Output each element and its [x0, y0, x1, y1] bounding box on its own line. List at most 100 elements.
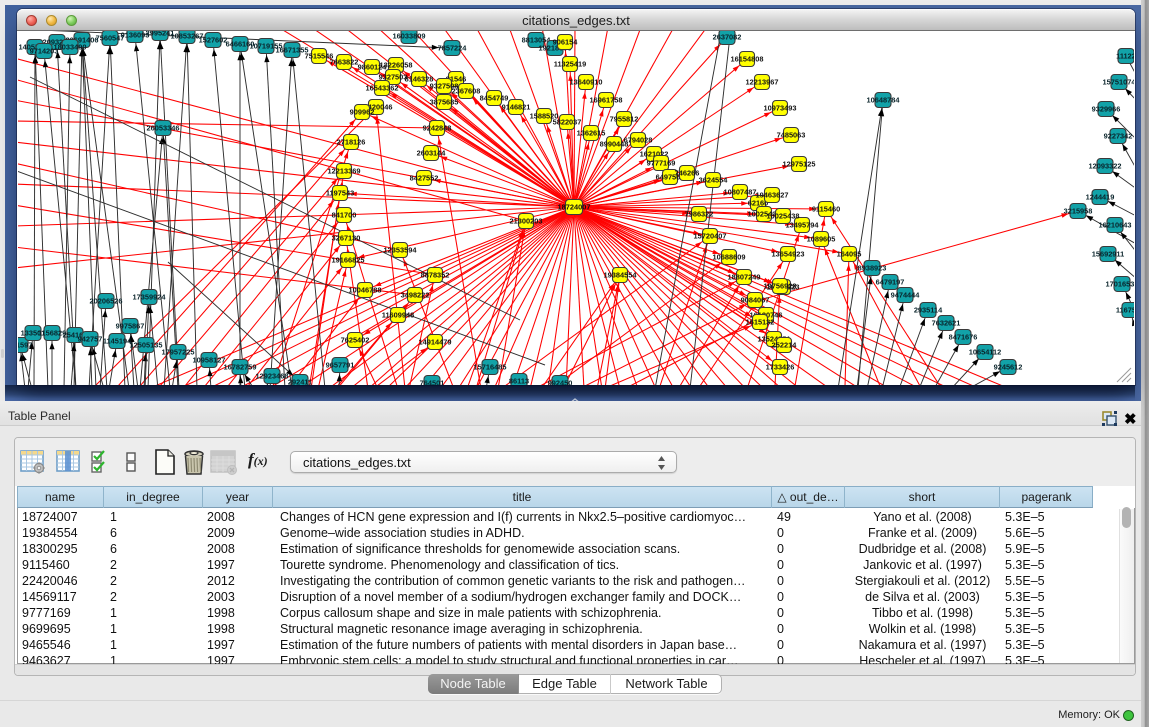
svg-text:10688609: 10688609 [713, 252, 746, 261]
svg-text:746266: 746266 [675, 168, 700, 177]
svg-text:11325419: 11325419 [554, 59, 586, 68]
svg-text:10654112: 10654112 [969, 347, 1001, 356]
svg-text:18033490: 18033490 [54, 42, 87, 51]
svg-text:10973493: 10973493 [764, 103, 797, 112]
svg-text:21300203: 21300203 [510, 216, 543, 225]
svg-text:2718126: 2718126 [337, 137, 366, 146]
svg-text:1527602: 1527602 [199, 35, 228, 44]
svg-text:16671355: 16671355 [276, 45, 309, 54]
svg-text:12093322: 12093322 [1089, 161, 1122, 170]
svg-text:7955812: 7955812 [610, 114, 639, 123]
svg-text:12505135: 12505135 [130, 340, 163, 349]
svg-text:1197543: 1197543 [326, 188, 354, 197]
svg-text:9777169: 9777169 [647, 158, 676, 167]
svg-text:12213967: 12213967 [746, 77, 779, 86]
svg-text:9975867: 9975867 [116, 321, 145, 330]
svg-text:16033809: 16033809 [393, 31, 426, 40]
svg-text:252214: 252214 [772, 340, 798, 349]
svg-text:2603144: 2603144 [417, 148, 447, 157]
svg-text:10958127: 10958127 [193, 355, 226, 364]
svg-text:1145194: 1145194 [103, 336, 132, 345]
svg-text:10025438: 10025438 [767, 211, 800, 220]
svg-text:2935114: 2935114 [914, 305, 943, 314]
svg-text:8427552: 8427552 [410, 173, 439, 182]
svg-text:7625402: 7625402 [341, 335, 370, 344]
svg-text:12353594: 12353594 [384, 245, 418, 254]
svg-text:9474444: 9474444 [891, 290, 921, 299]
svg-text:942757: 942757 [78, 334, 103, 343]
svg-text:12975125: 12975125 [783, 159, 816, 168]
svg-text:9146821: 9146821 [502, 102, 531, 111]
svg-text:3624554: 3624554 [699, 175, 729, 184]
svg-text:391597: 391597 [18, 340, 32, 349]
svg-text:8454749: 8454749 [480, 93, 509, 102]
svg-text:15716485: 15716485 [474, 362, 507, 371]
svg-text:3267130: 3267130 [332, 233, 361, 242]
svg-text:10807487: 10807487 [724, 187, 757, 196]
svg-text:86113: 86113 [509, 376, 529, 385]
svg-text:1089605: 1089605 [807, 234, 836, 243]
svg-text:3875685: 3875685 [430, 97, 459, 106]
svg-text:7857224: 7857224 [438, 43, 468, 52]
svg-text:1615132: 1615132 [746, 317, 775, 326]
svg-text:13226058: 13226058 [380, 60, 413, 69]
svg-text:9115460: 9115460 [812, 204, 840, 213]
svg-text:1167533: 1167533 [1116, 305, 1134, 314]
svg-text:8471676: 8471676 [949, 332, 978, 341]
svg-text:9242848: 9242848 [423, 123, 452, 132]
svg-text:15692911: 15692911 [1092, 249, 1124, 258]
svg-text:20206526: 20206526 [90, 296, 123, 305]
svg-text:15720407: 15720407 [694, 231, 727, 240]
svg-text:16782759: 16782759 [224, 362, 257, 371]
svg-text:13654923: 13654923 [772, 249, 805, 258]
svg-text:16543362: 16543362 [366, 83, 399, 92]
svg-text:10046788: 10046788 [349, 285, 382, 294]
svg-text:7663822: 7663822 [330, 57, 359, 66]
svg-text:18724007: 18724007 [558, 202, 591, 211]
svg-text:11122: 11122 [1116, 51, 1134, 60]
svg-text:9245612: 9245612 [994, 362, 1023, 371]
svg-text:12213369: 12213369 [328, 166, 361, 175]
svg-text:10648784: 10648784 [867, 95, 901, 104]
svg-text:7632621: 7632621 [932, 318, 961, 327]
svg-text:164095: 164095 [837, 249, 862, 258]
svg-text:8878352: 8878352 [421, 270, 450, 279]
svg-text:1733426: 1733426 [766, 362, 795, 371]
svg-text:11609948: 11609948 [382, 310, 414, 319]
svg-text:5822037: 5822037 [553, 117, 582, 126]
svg-text:6794028: 6794028 [624, 135, 653, 144]
svg-text:17957225: 17957225 [162, 347, 195, 356]
svg-text:764501: 764501 [420, 378, 445, 385]
svg-text:16961758: 16961758 [590, 95, 623, 104]
svg-text:16210643: 16210643 [1099, 220, 1132, 229]
svg-text:19756928: 19756928 [764, 281, 797, 290]
svg-text:19463627: 19463627 [756, 190, 789, 199]
svg-text:2637082: 2637082 [713, 32, 742, 41]
svg-text:18807249: 18807249 [728, 272, 761, 281]
svg-text:26053346: 26053346 [147, 123, 180, 132]
svg-text:16154808: 16154808 [731, 54, 764, 63]
svg-text:3215958: 3215958 [1064, 206, 1093, 215]
svg-text:9657791: 9657791 [326, 360, 355, 369]
svg-text:2367608: 2367608 [452, 86, 481, 95]
svg-text:6479197: 6479197 [876, 277, 905, 286]
svg-text:19166825: 19166825 [332, 255, 365, 264]
svg-text:1244419: 1244419 [1086, 192, 1115, 201]
svg-text:9329966: 9329966 [1092, 104, 1121, 113]
svg-text:992450: 992450 [548, 378, 573, 385]
svg-text:9227342: 9227342 [1104, 131, 1133, 140]
svg-text:3498222: 3498222 [401, 290, 430, 299]
svg-text:12923468: 12923468 [256, 371, 289, 380]
svg-text:9084067: 9084067 [741, 295, 770, 304]
svg-text:8938923: 8938923 [858, 263, 887, 272]
svg-text:292411: 292411 [288, 377, 312, 385]
svg-text:1362615: 1362615 [577, 128, 606, 137]
svg-text:17016534: 17016534 [1106, 279, 1134, 288]
svg-text:17359924: 17359924 [133, 292, 167, 301]
svg-text:19384554: 19384554 [604, 270, 638, 279]
svg-text:7986322: 7986322 [685, 209, 714, 218]
svg-text:15751074: 15751074 [1103, 77, 1134, 86]
svg-text:909962: 909962 [350, 107, 375, 116]
svg-text:7485063: 7485063 [777, 130, 806, 139]
svg-text:906154: 906154 [553, 37, 579, 46]
